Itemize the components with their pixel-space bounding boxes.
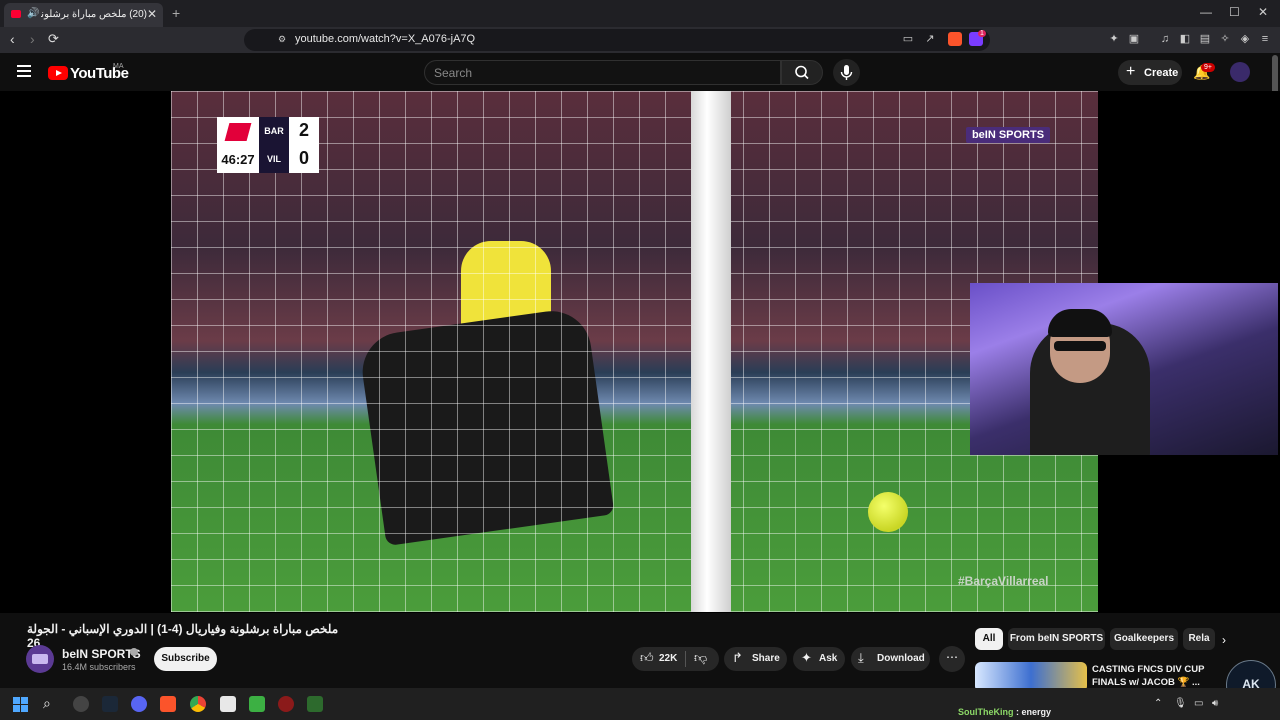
streamer-sunglasses xyxy=(1054,341,1106,351)
windows-start-icon[interactable] xyxy=(13,697,28,712)
video-hashtag: #BarçaVillarreal xyxy=(958,574,1049,588)
vpn-icon[interactable]: ◈ xyxy=(1239,33,1251,45)
voice-search-button[interactable] xyxy=(833,59,860,86)
recommendation-title-line1: CASTING FNCS DIV CUP xyxy=(1092,664,1205,675)
channel-name[interactable]: beIN SPORTS xyxy=(62,647,141,661)
tray-display-icon[interactable]: ▭ xyxy=(1194,698,1203,709)
recommendation-title[interactable]: CASTING FNCS DIV CUP FINALS w/ JACOB 🏆 .… xyxy=(1092,663,1222,689)
away-team: VIL xyxy=(266,154,281,164)
hamburger-menu-icon[interactable] xyxy=(17,65,31,77)
streamer-webcam xyxy=(970,283,1278,455)
shields-icon[interactable] xyxy=(948,32,962,46)
home-team: BAR xyxy=(264,126,284,136)
tray-chevron-icon[interactable]: ⌃ xyxy=(1154,698,1162,709)
streamer-hair xyxy=(1048,309,1112,337)
forward-icon[interactable]: › xyxy=(30,31,35,47)
chat-username: SoulTheKing xyxy=(958,707,1014,717)
screenshot-icon[interactable]: ▣ xyxy=(1128,33,1140,45)
discord-icon[interactable] xyxy=(131,696,147,712)
steam-icon[interactable] xyxy=(102,696,118,712)
rewards-badge: 1 xyxy=(978,30,986,37)
like-divider xyxy=(685,651,686,667)
goal-post xyxy=(691,91,731,612)
like-icon[interactable]: 👍︎ xyxy=(640,650,654,666)
chat-separator: : xyxy=(1013,707,1022,717)
reload-icon[interactable]: ⟳ xyxy=(48,31,59,47)
chrome-icon[interactable] xyxy=(190,696,206,712)
search-button[interactable] xyxy=(781,60,823,85)
chip-from-channel[interactable]: From beIN SPORTS xyxy=(1008,628,1105,650)
ai-icon[interactable]: ✧ xyxy=(1219,33,1231,45)
account-avatar[interactable] xyxy=(1230,62,1250,82)
chip-related[interactable]: Rela xyxy=(1183,628,1215,650)
browser-menu-icon[interactable]: ≡ xyxy=(1259,33,1271,45)
back-icon[interactable]: ‹ xyxy=(10,31,15,47)
minimize-button[interactable]: — xyxy=(1200,5,1212,19)
country-code: MA xyxy=(113,63,124,70)
create-label: Create xyxy=(1144,67,1179,79)
extensions-icon[interactable]: ✦ xyxy=(1108,33,1120,45)
media-icon[interactable]: ♫ xyxy=(1159,33,1171,45)
verified-badge-icon xyxy=(130,648,138,656)
subscriber-count: 16.4M subscribers xyxy=(62,662,136,672)
channel-avatar[interactable] xyxy=(26,645,54,673)
red-app-icon[interactable] xyxy=(278,696,294,712)
bein-sports-logo: beIN SPORTS xyxy=(966,127,1050,143)
scoreboard-scores: 2 0 xyxy=(289,117,319,173)
maximize-button[interactable]: ☐ xyxy=(1229,5,1240,19)
share-icon: ↱ xyxy=(732,650,743,665)
notepad-icon[interactable] xyxy=(220,696,236,712)
home-score: 2 xyxy=(298,120,309,140)
video-title: ملخص مباراة برشلونة وفياريال (4-1) | الد… xyxy=(27,622,339,650)
youtube-logo-icon[interactable] xyxy=(48,66,68,80)
stream-chat-message: SoulTheKing : energy xyxy=(958,707,1051,717)
search-icon xyxy=(795,65,809,80)
chat-text: energy xyxy=(1021,707,1052,717)
browser-tab-bar xyxy=(0,0,1280,27)
microphone-icon xyxy=(840,65,853,80)
tab-close-icon[interactable]: ✕ xyxy=(147,7,157,21)
cast-icon[interactable]: ▭ xyxy=(902,33,914,45)
search-input[interactable] xyxy=(424,60,781,85)
search-placeholder: Search xyxy=(434,66,473,80)
brave-icon[interactable] xyxy=(160,696,176,712)
browser-tab[interactable]: 🔊 (20) ملخص مباراة برشلونة وفيا ✕ xyxy=(4,3,163,27)
chip-all[interactable]: All xyxy=(975,628,1003,650)
arrow-app-icon[interactable] xyxy=(307,696,323,712)
taskbar-app-icon[interactable] xyxy=(73,696,89,712)
subscribe-button[interactable]: Subscribe xyxy=(154,647,217,671)
like-count[interactable]: 22K xyxy=(659,653,677,664)
sidebar-icon[interactable]: ◧ xyxy=(1179,33,1191,45)
sparkle-icon: ✦ xyxy=(801,650,812,665)
url-text[interactable]: youtube.com/watch?v=X_A076-jA7Q xyxy=(295,33,475,45)
taskbar-search-icon[interactable]: ⌕ xyxy=(43,695,51,712)
youtube-favicon-icon xyxy=(11,10,21,18)
plus-icon: + xyxy=(1126,63,1136,80)
share-label: Share xyxy=(752,653,780,664)
download-icon: ⤓ xyxy=(858,650,864,665)
green-app-icon[interactable] xyxy=(249,696,265,712)
share-page-icon[interactable]: ↗ xyxy=(924,33,936,45)
chevron-right-icon[interactable]: › xyxy=(1222,633,1226,647)
tray-mic-icon[interactable]: 🎙︎ xyxy=(1174,698,1187,709)
more-actions-button[interactable]: ⋯ xyxy=(939,646,965,672)
tab-title: (20) ملخص مباراة برشلونة وفيا xyxy=(41,9,147,20)
away-score: 0 xyxy=(298,148,309,168)
football xyxy=(868,492,908,532)
download-label: Download xyxy=(877,653,925,664)
site-settings-icon[interactable]: ⚙ xyxy=(276,33,288,45)
new-tab-button[interactable]: + xyxy=(172,5,180,21)
speaker-icon[interactable]: 🔊 xyxy=(27,8,39,19)
match-clock: 46:27 xyxy=(217,146,259,173)
ask-label: Ask xyxy=(819,653,838,664)
scoreboard-teams: BAR VIL xyxy=(259,117,289,173)
notifications-badge: 9+ xyxy=(1201,63,1215,72)
wallet-icon[interactable]: ▤ xyxy=(1199,33,1211,45)
chip-goalkeepers[interactable]: Goalkeepers xyxy=(1110,628,1178,650)
dislike-icon[interactable]: 👎︎ xyxy=(694,650,707,666)
close-window-button[interactable]: ✕ xyxy=(1258,5,1268,19)
tray-volume-icon[interactable]: 🔊︎ xyxy=(1212,698,1218,709)
